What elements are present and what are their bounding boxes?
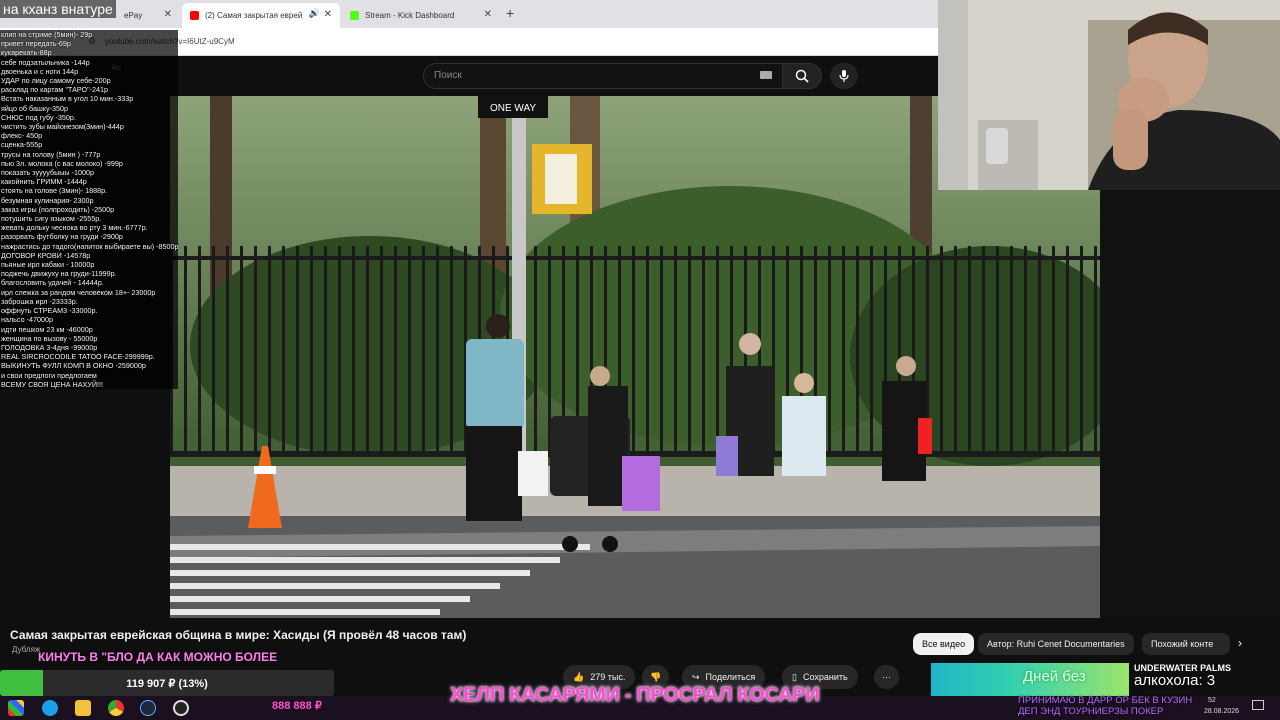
price-list-item: заказ игры (полпроходить) -2500р xyxy=(1,204,115,214)
browser-tab-bar: ePay ✕ (2) Самая закрытая еврей 🔊 ✕ Stre… xyxy=(0,0,938,28)
tab-kick-dashboard[interactable]: Stream - Kick Dashboard ✕ xyxy=(342,3,500,28)
edge-icon[interactable] xyxy=(42,700,58,716)
thumb-down-icon: 👎 xyxy=(650,671,662,682)
price-list-item: благословить удачей - 14444р. xyxy=(1,278,104,288)
price-list-item: пью 3л. молока (с вас молоко) -999р xyxy=(1,158,123,168)
start-icon[interactable] xyxy=(8,700,24,716)
chip-author[interactable]: Автор: Ruhi Cenet Documentaries xyxy=(978,633,1134,655)
price-list-item: Встать наказанным в угол 10 мин.-333р xyxy=(1,94,134,104)
accept-line-1: ПРИНИМАЮ В ДАРР ОР БЕК В КУЗИН xyxy=(1018,695,1193,706)
accept-line-2: ДЕП ЭНД ТОУРНИЕРЗЫ ПОКЕР xyxy=(1018,706,1164,717)
obs-icon[interactable] xyxy=(173,700,189,716)
price-list-item: и свои предлоги предлогаем xyxy=(1,370,97,380)
thumb-up-icon: 👍 xyxy=(573,671,585,682)
price-list-item: кукарекать-88р xyxy=(1,48,52,58)
price-list-item: нальсо -47000р xyxy=(1,315,53,325)
tab-label: (2) Самая закрытая еврей xyxy=(205,11,303,20)
one-way-sign: ONE WAY xyxy=(490,103,536,114)
price-list-item: двоенька и с ноги 144р xyxy=(1,66,79,76)
price-list-item: ВСЕМУ СВОЯ ЦЕНА НАХУЙ!!! xyxy=(1,379,104,389)
donation-marquee: ХЕЛП КАСАРЯМИ - ПРОСРАЛ КОСАРИ xyxy=(450,684,820,706)
price-list-item: ГОЛОДОВКА 3-4дня -99000р xyxy=(1,342,98,352)
notification-icon[interactable] xyxy=(1252,700,1264,710)
tab-youtube-active[interactable]: (2) Самая закрытая еврей 🔊 ✕ xyxy=(182,3,340,28)
price-list-item: разорвать футболку на груди -2900р xyxy=(1,232,123,242)
speaker-icon[interactable]: 🔊 xyxy=(309,8,320,19)
chrome-icon[interactable] xyxy=(108,700,124,716)
donation-goal-text: 119 907 ₽ (13%) xyxy=(126,678,208,690)
price-list-item: женщина по вызову - 55000р xyxy=(1,333,98,343)
price-list-item: трусы на голову (5мин ) -777р xyxy=(1,149,101,159)
price-list-item: УДАР по лицу самому себе-200р xyxy=(1,76,111,86)
search-icon xyxy=(795,69,809,83)
chip-related[interactable]: Похожий конте xyxy=(1142,633,1230,655)
voice-search-button[interactable] xyxy=(830,63,858,89)
more-button[interactable]: ··· xyxy=(874,665,899,689)
price-list-item: клип на стриме (5мин)- 29р xyxy=(1,30,93,39)
chevron-right-icon[interactable]: › xyxy=(1238,636,1242,650)
price-list-item: нажрастись до тадого(напиток выбираете в… xyxy=(1,241,179,251)
tab-label: Stream - Kick Dashboard xyxy=(365,11,455,20)
accept-banner: ПРИНИМАЮ В ДАРР ОР БЕК В КУЗИН ДЕП ЭНД Т… xyxy=(1018,695,1192,717)
search-button[interactable] xyxy=(782,63,822,89)
price-list-item: показать зуууубыыы -1000р xyxy=(1,168,94,178)
dub-label: Дубляж xyxy=(12,645,41,654)
price-list-item: чистить зубы майонезом(3мин)-444р xyxy=(1,122,124,132)
share-label: Поделиться xyxy=(705,672,756,682)
price-list-item: сценка-555р xyxy=(1,140,43,150)
steam-icon[interactable] xyxy=(140,700,156,716)
close-icon[interactable]: ✕ xyxy=(324,9,332,20)
price-list-item: потушить сигу языком -2555р. xyxy=(1,214,102,224)
donation-price-list: клип на стриме (5мин)- 29р привет передат… xyxy=(0,30,179,389)
like-count: 279 тыс. xyxy=(590,672,626,682)
price-list-item: заброшка ирл -23333р. xyxy=(1,296,78,306)
mic-icon xyxy=(839,70,849,82)
sober-counter: алкохола: 3 xyxy=(1134,672,1216,689)
search-input[interactable]: Поиск xyxy=(423,63,783,89)
new-tab-button[interactable]: + xyxy=(506,5,514,21)
chip-all-videos[interactable]: Все видео xyxy=(913,633,975,655)
price-list-item: СНЮС под губу -350р. xyxy=(1,112,76,122)
price-list-item: REAL SIRCROCODILE TATOO FACE-299999р. xyxy=(1,352,155,362)
kick-icon xyxy=(350,11,359,20)
price-list-item: стоять на голове (3мин)- 1888р. xyxy=(1,186,108,196)
tab-label: ePay xyxy=(124,11,143,20)
overlay-title: на кханз внатуре xyxy=(0,0,116,18)
bookmark-icon: ▯ xyxy=(792,671,797,682)
price-list-item: ирл слежка за рандом человеком 18+- 2300… xyxy=(1,287,156,297)
price-list-item: безумная кулинария- 2300р xyxy=(1,195,94,205)
close-icon[interactable]: ✕ xyxy=(164,9,172,20)
price-list-item: оффнуть СТРЕАМ3 -33000р. xyxy=(1,306,98,316)
price-list-item: пьяные ирл кабаки - 10000р xyxy=(1,260,95,270)
price-list-item: ДОГОВОР КРОВИ -14578р xyxy=(1,250,91,260)
thumbnail-caption: Дней без xyxy=(1023,668,1086,685)
donation-goal-bar: 119 907 ₽ (13%) xyxy=(0,670,334,696)
youtube-icon xyxy=(190,11,199,20)
keyboard-icon[interactable] xyxy=(760,71,772,79)
webcam-image xyxy=(938,0,1280,190)
price-list-item: себе подзатыльника -144р xyxy=(1,57,90,67)
save-label: Сохранить xyxy=(802,672,848,682)
close-icon[interactable]: ✕ xyxy=(484,9,492,20)
price-list-item: ВЫКИНУТЬ ФУЛЛ КОМП В ОКНО -259000р xyxy=(1,361,146,371)
donation-money: 888 888 ₽ xyxy=(272,700,322,712)
clock-date: 28.08.2026 xyxy=(1204,708,1240,715)
donation-marquee-top: КИНУТЬ В "БЛО ДА КАК МОЖНО БОЛЕЕ xyxy=(38,650,278,664)
file-explorer-icon[interactable] xyxy=(75,700,91,716)
recommended-thumbnail[interactable]: Дней без xyxy=(931,663,1129,696)
share-icon: ↪ xyxy=(692,671,700,682)
clock-time: 52 xyxy=(1208,697,1216,704)
webcam-feed xyxy=(938,0,1280,190)
dark-side-panel xyxy=(1100,190,1280,618)
price-list-item: яйцо об башку-350р xyxy=(1,103,68,113)
video-title: Самая закрытая еврейская община в мире: … xyxy=(10,628,467,642)
price-list-item: идти пешком 23 км -46000р xyxy=(1,324,93,334)
